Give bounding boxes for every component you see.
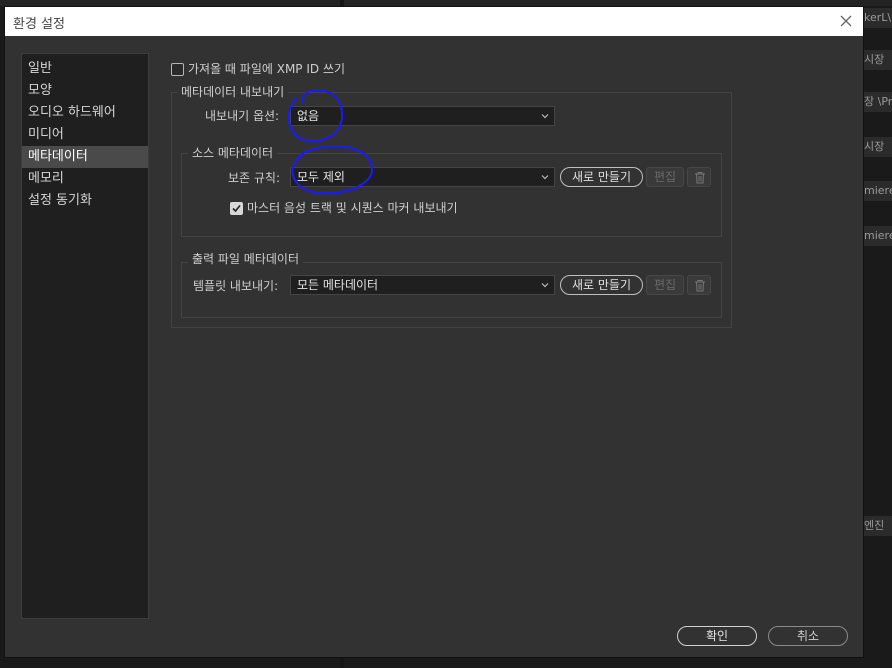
source-metadata-group: [181, 153, 722, 237]
close-icon[interactable]: [835, 10, 857, 32]
ok-button[interactable]: 확인: [677, 626, 757, 646]
retention-rule-label: 보존 규칙:: [228, 171, 281, 185]
source-metadata-title: 소스 메타데이터: [188, 146, 278, 160]
cancel-button[interactable]: 취소: [768, 626, 848, 646]
template-export-label: 템플릿 내보내기:: [193, 279, 279, 293]
marker-export-label: 마스터 음성 트랙 및 시퀀스 마커 내보내기: [247, 201, 458, 215]
preferences-sidebar: 일반 모양 오디오 하드웨어 미디어 메타데이터 메모리 설정 동기화: [21, 53, 149, 619]
background-strip: kerL\ 습: [862, 8, 892, 28]
retention-rule-value: 모두 제외: [297, 170, 345, 184]
sidebar-item-appearance[interactable]: 모양: [22, 80, 148, 102]
export-option-label: 내보내기 옵션:: [205, 109, 280, 123]
checkmark-icon: [232, 204, 241, 213]
marker-export-option: 마스터 음성 트랙 및 시퀀스 마커 내보내기: [230, 201, 458, 215]
trash-icon: [695, 280, 705, 292]
dialog-titlebar: 환경 설정: [5, 7, 863, 36]
chevron-down-icon: [541, 114, 549, 119]
sidebar-item-general[interactable]: 일반: [22, 58, 148, 80]
marker-export-checkbox[interactable]: [230, 202, 243, 215]
template-export-select[interactable]: 모든 메타데이터: [290, 275, 555, 295]
export-option-value: 없음: [297, 109, 320, 123]
sidebar-item-sync-settings[interactable]: 설정 동기화: [22, 190, 148, 212]
xmp-id-option: 가져올 때 파일에 XMP ID 쓰기: [171, 61, 345, 77]
template-export-value: 모든 메타데이터: [297, 278, 379, 292]
retention-rule-select[interactable]: 모두 제외: [290, 167, 555, 187]
output-delete-button[interactable]: [687, 275, 711, 295]
background-strip: 시장: [862, 137, 892, 157]
xmp-id-checkbox[interactable]: [171, 63, 184, 76]
xmp-id-label: 가져올 때 파일에 XMP ID 쓰기: [188, 62, 346, 76]
background-strip: 장 \Pr: [862, 92, 892, 112]
background-strip: miere F: [862, 181, 892, 201]
source-edit-button[interactable]: 편집: [646, 167, 684, 187]
chevron-down-icon: [541, 283, 549, 288]
preferences-dialog: 환경 설정 일반 모양 오디오 하드웨어 미디어 메타데이터 메모리 설정 동기…: [4, 6, 864, 658]
sidebar-item-media[interactable]: 미디어: [22, 124, 148, 146]
output-new-button[interactable]: 새로 만들기: [560, 275, 643, 295]
source-new-button[interactable]: 새로 만들기: [560, 167, 643, 187]
background-strip: 시장: [862, 50, 892, 70]
output-metadata-title: 출력 파일 메타데이터: [188, 252, 303, 266]
background-strip: 엔진: [862, 516, 892, 536]
source-delete-button[interactable]: [687, 167, 711, 187]
background-strip: miere P: [862, 226, 892, 246]
sidebar-item-memory[interactable]: 메모리: [22, 168, 148, 190]
chevron-down-icon: [541, 175, 549, 180]
sidebar-item-audio-hardware[interactable]: 오디오 하드웨어: [22, 102, 148, 124]
trash-icon: [695, 172, 705, 184]
sidebar-item-metadata[interactable]: 메타데이터: [22, 146, 148, 168]
output-edit-button[interactable]: 편집: [646, 275, 684, 295]
metadata-export-title: 메타데이터 내보내기: [177, 85, 289, 99]
export-option-select[interactable]: 없음: [290, 106, 555, 126]
dialog-title: 환경 설정: [13, 17, 65, 32]
